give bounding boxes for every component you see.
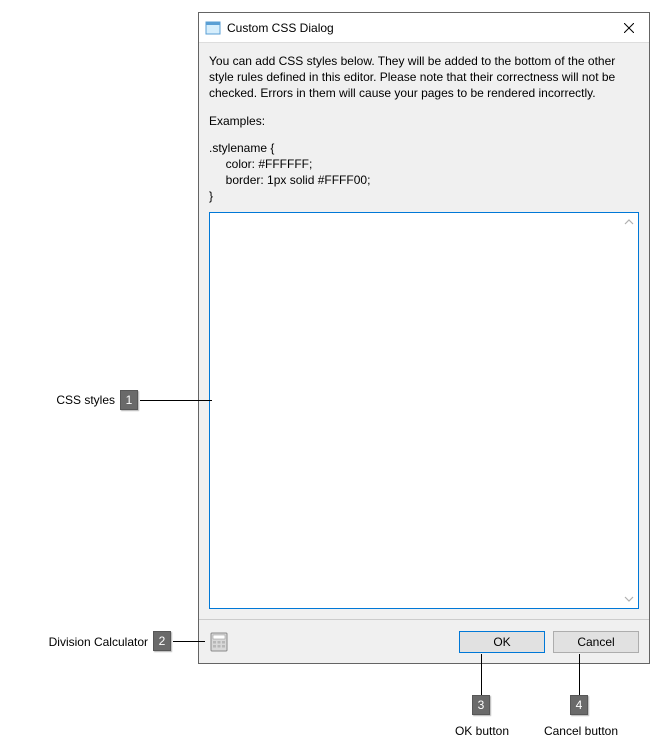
callout-badge: 2 [153,631,171,651]
titlebar: Custom CSS Dialog [199,13,649,43]
dialog-title: Custom CSS Dialog [227,21,609,35]
callout-badge: 4 [570,695,588,715]
callout-label: OK button [450,724,514,738]
app-icon [205,20,221,36]
calculator-icon[interactable] [209,632,229,652]
close-button[interactable] [609,13,649,43]
dialog-body: You can add CSS styles below. They will … [199,43,649,619]
scroll-down-icon[interactable] [622,592,636,606]
example-code: .stylename { color: #FFFFFF; border: 1px… [209,140,639,205]
callout-line [481,654,482,695]
callout-line [173,641,205,642]
footer-left [209,632,451,652]
custom-css-dialog: Custom CSS Dialog You can add CSS styles… [198,12,650,664]
callout-line [579,654,580,695]
dialog-footer: OK Cancel [199,619,649,663]
callout-badge: 1 [120,390,138,410]
css-input[interactable] [210,213,638,608]
examples-label: Examples: [209,114,639,128]
scroll-up-icon[interactable] [622,215,636,229]
callout-label: Cancel button [536,724,626,738]
css-styles-area [209,212,639,609]
callout-label: CSS styles [55,393,115,407]
callout-badge: 3 [472,695,490,715]
callout-line [140,400,212,401]
ok-button[interactable]: OK [459,631,545,653]
intro-text: You can add CSS styles below. They will … [209,53,639,102]
cancel-button[interactable]: Cancel [553,631,639,653]
callout-label: Division Calculator [38,635,148,649]
